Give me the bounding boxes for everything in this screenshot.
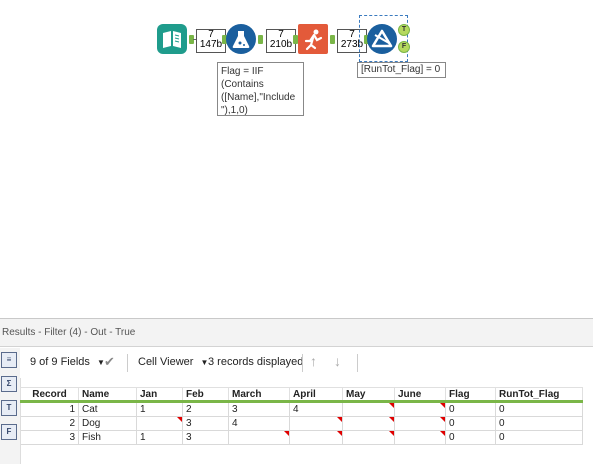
table-cell[interactable]: 0	[495, 430, 583, 445]
table-cell[interactable]: 0	[445, 401, 496, 417]
sum-icon[interactable]: Σ	[1, 376, 17, 392]
checkmark-icon[interactable]: ✔	[104, 354, 115, 370]
filter-true-anchor[interactable]: T	[398, 24, 410, 36]
cell-viewer-label: Cell Viewer	[138, 356, 194, 368]
column-header[interactable]: Jan	[136, 387, 183, 403]
table-cell[interactable]: Dog	[78, 416, 137, 431]
results-title: Results - Filter (4) - Out - True	[0, 319, 593, 347]
column-header[interactable]: June	[394, 387, 446, 403]
table-cell[interactable]: 1	[136, 430, 183, 445]
toolbar-divider	[357, 354, 358, 372]
table-row[interactable]: 2 Dog 3 4 0 0	[20, 416, 583, 431]
column-header[interactable]: Flag	[445, 387, 496, 403]
table-row[interactable]: 3 Fish 1 3 0 0	[20, 430, 583, 445]
table-cell[interactable]: Fish	[78, 430, 137, 445]
table-cell[interactable]	[394, 401, 446, 417]
table-cell[interactable]: 0	[495, 416, 583, 431]
table-cell[interactable]: 3	[182, 430, 229, 445]
cell-viewer-dropdown[interactable]: Cell Viewer ▼	[138, 356, 208, 368]
table-cell[interactable]: 3	[228, 401, 290, 417]
formula-annotation[interactable]: Flag = IIF (Contains ([Name],"Include ")…	[217, 62, 304, 116]
table-cell[interactable]: 0	[445, 416, 496, 431]
table-cell[interactable]	[289, 416, 343, 431]
data-size: 147b	[199, 39, 223, 50]
formula-tool[interactable]	[226, 24, 256, 54]
filter-false-anchor[interactable]: F	[398, 41, 410, 53]
column-header[interactable]: RunTot_Flag	[495, 387, 583, 403]
table-cell[interactable]: Cat	[78, 401, 137, 417]
arrow-up-icon[interactable]: ↑	[310, 353, 317, 369]
data-size: 210b	[269, 39, 293, 50]
table-cell[interactable]: 2	[182, 401, 229, 417]
table-view-icon[interactable]: ≡	[1, 352, 17, 368]
filter-annotation[interactable]: [RunTot_Flag] = 0	[357, 62, 446, 78]
table-cell[interactable]	[394, 416, 446, 431]
column-header[interactable]: Record	[20, 387, 79, 403]
table-cell[interactable]	[342, 416, 395, 431]
table-cell[interactable]: 0	[445, 430, 496, 445]
results-side-bar: ≡ Σ T F	[0, 348, 21, 464]
output-anchor[interactable]	[330, 35, 335, 44]
column-header[interactable]: April	[289, 387, 343, 403]
arrow-down-icon[interactable]: ↓	[334, 353, 341, 369]
table-cell[interactable]	[136, 416, 183, 431]
table-cell[interactable]: 4	[289, 401, 343, 417]
records-displayed: 3 records displayed	[208, 356, 304, 368]
column-header[interactable]: March	[228, 387, 290, 403]
table-cell[interactable]	[342, 430, 395, 445]
toolbar-divider	[127, 354, 128, 372]
header-row: Record Name Jan Feb March April May June Flag Run…	[20, 387, 583, 403]
column-header[interactable]: Feb	[182, 387, 229, 403]
table-cell[interactable]: 1	[136, 401, 183, 417]
output-anchor[interactable]	[258, 35, 263, 44]
running-person-icon	[304, 29, 323, 51]
true-output-icon[interactable]: T	[1, 400, 17, 416]
toolbar-divider	[302, 354, 303, 372]
table-cell[interactable]	[342, 401, 395, 417]
column-header[interactable]: Name	[78, 387, 137, 403]
false-output-icon[interactable]: F	[1, 424, 17, 440]
running-total-tool[interactable]	[298, 24, 328, 54]
table-cell[interactable]	[289, 430, 343, 445]
results-grid[interactable]: Record Name Jan Feb March April May June Flag Run…	[20, 387, 583, 445]
filter-tool[interactable]	[367, 24, 397, 54]
table-cell[interactable]	[228, 430, 290, 445]
record-number-cell[interactable]: 2	[20, 416, 79, 431]
workflow-canvas[interactable]: 7 147b 7 210b 7 273b T F Flag = IIF (Con…	[0, 0, 593, 318]
book-icon	[163, 31, 181, 48]
fields-label: 9 of 9 Fields	[30, 356, 90, 368]
fields-dropdown[interactable]: 9 of 9 Fields ▼	[30, 356, 105, 368]
results-toolbar: 9 of 9 Fields ▼ ✔ Cell Viewer ▼ 3 record…	[20, 348, 593, 378]
input-data-tool[interactable]	[157, 24, 187, 54]
table-cell[interactable]: 0	[495, 401, 583, 417]
table-cell[interactable]	[394, 430, 446, 445]
connection-metadata: 7 210b	[266, 29, 296, 53]
record-number-cell[interactable]: 3	[20, 430, 79, 445]
column-header[interactable]: May	[342, 387, 395, 403]
table-row[interactable]: 1 Cat 1 2 3 4 0 0	[20, 401, 583, 417]
flask-icon	[232, 31, 250, 48]
results-panel: Results - Filter (4) - Out - True ≡ Σ T …	[0, 318, 593, 464]
filter-triangle-icon	[371, 29, 393, 48]
table-cell[interactable]: 4	[228, 416, 290, 431]
record-number-cell[interactable]: 1	[20, 401, 79, 417]
table-cell[interactable]: 3	[182, 416, 229, 431]
